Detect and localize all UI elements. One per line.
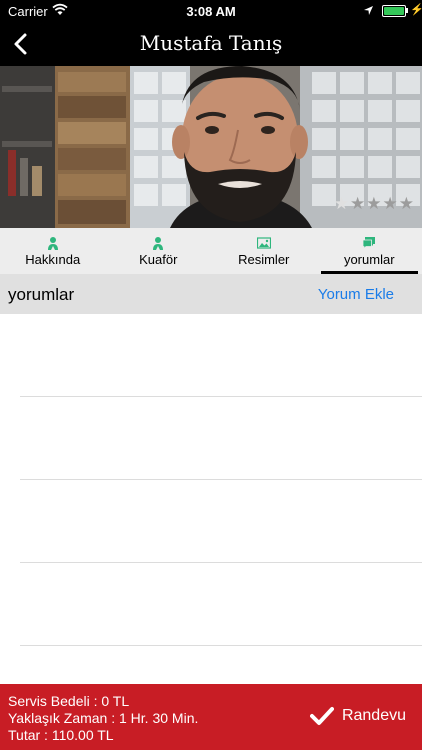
appointment-label: Randevu: [341, 707, 406, 724]
tab-yorumlar[interactable]: yorumlar: [317, 228, 422, 274]
tab-bar: Hakkında Kuaför Resimler yorumlar: [0, 228, 422, 274]
location-arrow-icon: [363, 4, 374, 19]
star-icon: ★: [398, 194, 414, 213]
row-divider: [20, 396, 422, 397]
star-icon: ★: [350, 194, 366, 213]
comments-icon: [362, 237, 376, 250]
total-price: Tutar : 110.00 TL: [8, 727, 114, 743]
row-divider: [20, 479, 422, 480]
star-icon: ★: [366, 194, 382, 213]
booking-footer: Servis Bedeli : 0 TL Yaklaşık Zaman : 1 …: [0, 684, 422, 750]
battery-icon: [382, 5, 406, 17]
person-icon: [153, 237, 164, 250]
comments-header: yorumlar Yorum Ekle: [0, 274, 422, 314]
battery-tip: [406, 8, 408, 13]
tab-label: Hakkında: [25, 252, 81, 267]
booking-summary: Servis Bedeli : 0 TL Yaklaşık Zaman : 1 …: [8, 693, 198, 744]
image-icon: [256, 237, 271, 249]
service-fee: Servis Bedeli : 0 TL: [8, 693, 130, 709]
tab-label: yorumlar: [343, 252, 395, 267]
tab-kuafor[interactable]: Kuaför: [106, 228, 212, 274]
page-title: Mustafa Tanış: [139, 31, 283, 55]
tab-resimler[interactable]: Resimler: [211, 228, 317, 274]
add-comment-button[interactable]: Yorum Ekle: [318, 286, 394, 303]
rating-stars: ★ ★ ★ ★ ★: [334, 195, 414, 212]
row-divider: [20, 562, 422, 563]
tab-label: Resimler: [238, 252, 290, 267]
star-icon: ★: [333, 194, 349, 213]
tab-label: Kuaför: [139, 252, 178, 267]
comments-list[interactable]: [0, 314, 422, 684]
appointment-button[interactable]: Randevu: [309, 706, 406, 726]
person-icon: [47, 237, 58, 250]
charging-icon: ⚡: [410, 4, 422, 16]
navigation-bar: Mustafa Tanış: [0, 22, 422, 66]
approx-time: Yaklaşık Zaman : 1 Hr. 30 Min.: [8, 710, 199, 726]
checkmark-icon: [309, 707, 334, 725]
tab-hakkinda[interactable]: Hakkında: [0, 228, 106, 274]
row-divider: [20, 645, 422, 646]
star-icon: ★: [382, 194, 398, 213]
clock: 3:08 AM: [186, 4, 236, 19]
status-bar: Carrier 3:08 AM ⚡: [0, 0, 422, 22]
comments-title: yorumlar: [8, 285, 75, 304]
barber-photo: ★ ★ ★ ★ ★: [0, 66, 422, 228]
